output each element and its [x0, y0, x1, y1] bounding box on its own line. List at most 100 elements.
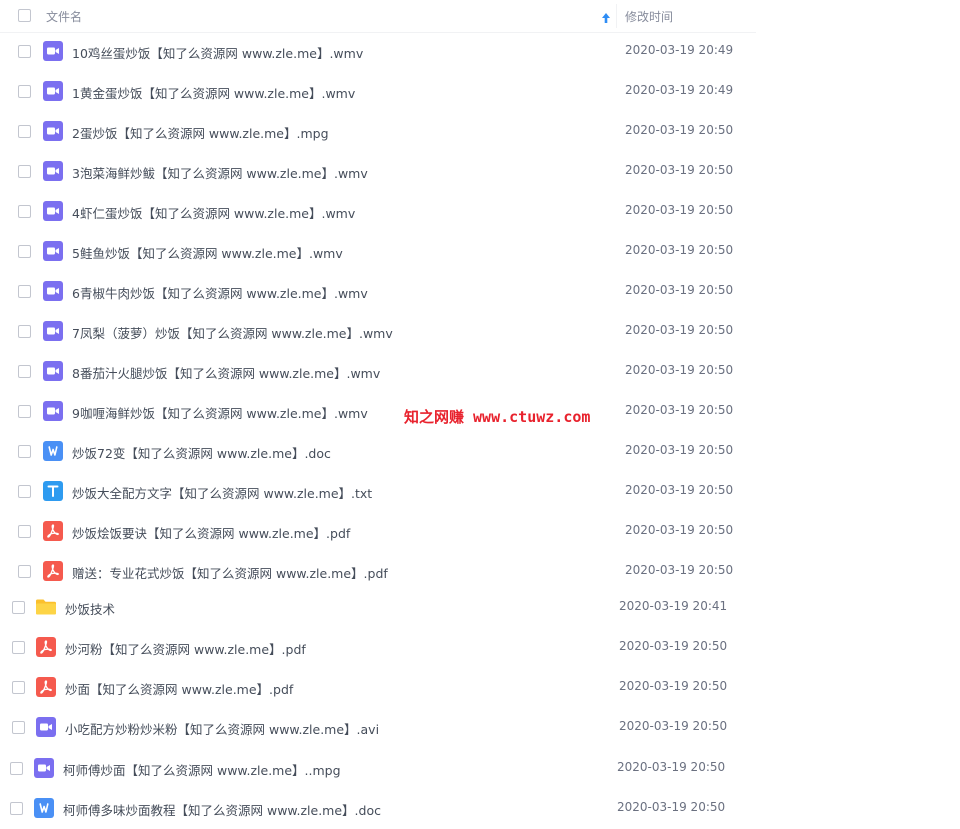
- pdf-icon: [36, 677, 56, 697]
- file-modified-time: 2020-03-19 20:50: [625, 403, 734, 417]
- file-modified-time: 2020-03-19 20:50: [619, 719, 728, 733]
- row-checkbox[interactable]: [18, 325, 31, 338]
- file-row[interactable]: 6青椒牛肉炒饭【知了么资源网 www.zle.me】.wmv 2020-03-19…: [0, 271, 756, 311]
- file-row[interactable]: 赠送：专业花式炒饭【知了么资源网 www.zle.me】.pdf 2020-03-…: [0, 551, 756, 591]
- text-file-icon: [43, 481, 63, 501]
- file-modified-time: 2020-03-19 20:50: [625, 563, 734, 577]
- file-row[interactable]: 7凤梨（菠萝）炒饭【知了么资源网 www.zle.me】.wmv 2020-03-…: [0, 311, 756, 351]
- file-name[interactable]: 10鸡丝蛋炒饭【知了么资源网 www.zle.me】.wmv: [72, 43, 363, 62]
- video-icon: [43, 401, 63, 421]
- file-name[interactable]: 赠送：专业花式炒饭【知了么资源网 www.zle.me】.pdf: [72, 563, 388, 582]
- column-header-modified-time[interactable]: 修改时间: [625, 8, 673, 25]
- file-modified-time: 2020-03-19 20:50: [625, 123, 734, 137]
- file-row[interactable]: 5鲑鱼炒饭【知了么资源网 www.zle.me】.wmv 2020-03-19 2…: [0, 231, 756, 271]
- word-doc-icon: [34, 798, 54, 818]
- file-name[interactable]: 9咖喱海鲜炒饭【知了么资源网 www.zle.me】.wmv: [72, 403, 368, 422]
- file-name[interactable]: 炒饭72变【知了么资源网 www.zle.me】.doc: [72, 443, 331, 462]
- file-modified-time: 2020-03-19 20:49: [625, 83, 734, 97]
- row-checkbox[interactable]: [10, 762, 23, 775]
- pdf-icon: [43, 521, 63, 541]
- file-modified-time: 2020-03-19 20:50: [625, 443, 734, 457]
- file-row[interactable]: 10鸡丝蛋炒饭【知了么资源网 www.zle.me】.wmv 2020-03-19…: [0, 31, 756, 71]
- row-checkbox[interactable]: [18, 525, 31, 538]
- file-name[interactable]: 5鲑鱼炒饭【知了么资源网 www.zle.me】.wmv: [72, 243, 343, 262]
- row-checkbox[interactable]: [12, 641, 25, 654]
- video-icon: [43, 161, 63, 181]
- file-row[interactable]: 柯师傅多味炒面教程【知了么资源网 www.zle.me】.doc 2020-03-…: [0, 788, 756, 828]
- video-icon: [43, 201, 63, 221]
- file-modified-time: 2020-03-19 20:50: [625, 323, 734, 337]
- file-row[interactable]: 2蛋炒饭【知了么资源网 www.zle.me】.mpg 2020-03-19 20…: [0, 111, 756, 151]
- column-divider[interactable]: [616, 4, 617, 28]
- file-row[interactable]: 1黄金蛋炒饭【知了么资源网 www.zle.me】.wmv 2020-03-19 …: [0, 71, 756, 111]
- row-checkbox[interactable]: [18, 485, 31, 498]
- row-checkbox[interactable]: [18, 365, 31, 378]
- file-modified-time: 2020-03-19 20:50: [619, 679, 728, 693]
- video-icon: [43, 361, 63, 381]
- file-row[interactable]: 炒河粉【知了么资源网 www.zle.me】.pdf 2020-03-19 20:…: [0, 627, 756, 667]
- file-name[interactable]: 6青椒牛肉炒饭【知了么资源网 www.zle.me】.wmv: [72, 283, 368, 302]
- file-name[interactable]: 炒河粉【知了么资源网 www.zle.me】.pdf: [65, 639, 306, 658]
- row-checkbox[interactable]: [10, 802, 23, 815]
- file-row[interactable]: 炒面【知了么资源网 www.zle.me】.pdf 2020-03-19 20:5…: [0, 667, 756, 707]
- file-modified-time: 2020-03-19 20:50: [619, 639, 728, 653]
- row-checkbox[interactable]: [18, 165, 31, 178]
- file-row[interactable]: 炒饭烩饭要诀【知了么资源网 www.zle.me】.pdf 2020-03-19 …: [0, 511, 756, 551]
- file-row[interactable]: 9咖喱海鲜炒饭【知了么资源网 www.zle.me】.wmv 2020-03-19…: [0, 391, 756, 431]
- word-doc-icon: [43, 441, 63, 461]
- row-checkbox[interactable]: [18, 405, 31, 418]
- file-list-header: 文件名 修改时间: [0, 0, 756, 33]
- row-checkbox[interactable]: [18, 445, 31, 458]
- file-row[interactable]: 小吃配方炒粉炒米粉【知了么资源网 www.zle.me】.avi 2020-03-…: [0, 707, 756, 747]
- file-name[interactable]: 炒面【知了么资源网 www.zle.me】.pdf: [65, 679, 293, 698]
- file-name[interactable]: 炒饭大全配方文字【知了么资源网 www.zle.me】.txt: [72, 483, 372, 502]
- video-icon: [43, 321, 63, 341]
- file-name[interactable]: 小吃配方炒粉炒米粉【知了么资源网 www.zle.me】.avi: [65, 719, 379, 738]
- column-header-name[interactable]: 文件名: [46, 8, 82, 25]
- file-row[interactable]: 3泡菜海鲜炒鲅【知了么资源网 www.zle.me】.wmv 2020-03-19…: [0, 151, 756, 191]
- file-row[interactable]: 炒饭技术 2020-03-19 20:41: [0, 587, 756, 627]
- file-name[interactable]: 炒饭烩饭要诀【知了么资源网 www.zle.me】.pdf: [72, 523, 350, 542]
- row-checkbox[interactable]: [18, 85, 31, 98]
- row-checkbox[interactable]: [18, 245, 31, 258]
- file-name[interactable]: 7凤梨（菠萝）炒饭【知了么资源网 www.zle.me】.wmv: [72, 323, 393, 342]
- row-checkbox[interactable]: [12, 681, 25, 694]
- folder-icon: [36, 597, 56, 617]
- file-modified-time: 2020-03-19 20:50: [625, 483, 734, 497]
- video-icon: [43, 281, 63, 301]
- sort-ascending-icon[interactable]: [600, 9, 612, 23]
- file-modified-time: 2020-03-19 20:50: [617, 800, 726, 814]
- file-name[interactable]: 炒饭技术: [65, 599, 115, 618]
- file-name[interactable]: 柯师傅炒面【知了么资源网 www.zle.me】..mpg: [63, 760, 341, 779]
- file-row[interactable]: 炒饭大全配方文字【知了么资源网 www.zle.me】.txt 2020-03-1…: [0, 471, 756, 511]
- file-name[interactable]: 2蛋炒饭【知了么资源网 www.zle.me】.mpg: [72, 123, 329, 142]
- row-checkbox[interactable]: [18, 565, 31, 578]
- file-modified-time: 2020-03-19 20:50: [617, 760, 726, 774]
- row-checkbox[interactable]: [12, 601, 25, 614]
- file-name[interactable]: 1黄金蛋炒饭【知了么资源网 www.zle.me】.wmv: [72, 83, 355, 102]
- row-checkbox[interactable]: [18, 125, 31, 138]
- row-checkbox[interactable]: [12, 721, 25, 734]
- file-row[interactable]: 柯师傅炒面【知了么资源网 www.zle.me】..mpg 2020-03-19 …: [0, 748, 756, 788]
- file-row[interactable]: 炒饭72变【知了么资源网 www.zle.me】.doc 2020-03-19 2…: [0, 431, 756, 471]
- file-modified-time: 2020-03-19 20:41: [619, 599, 728, 613]
- select-all-checkbox[interactable]: [18, 9, 31, 22]
- file-name[interactable]: 4虾仁蛋炒饭【知了么资源网 www.zle.me】.wmv: [72, 203, 355, 222]
- file-row[interactable]: 8番茄汁火腿炒饭【知了么资源网 www.zle.me】.wmv 2020-03-1…: [0, 351, 756, 391]
- row-checkbox[interactable]: [18, 45, 31, 58]
- file-modified-time: 2020-03-19 20:50: [625, 163, 734, 177]
- file-name[interactable]: 3泡菜海鲜炒鲅【知了么资源网 www.zle.me】.wmv: [72, 163, 368, 182]
- video-icon: [43, 121, 63, 141]
- video-icon: [43, 241, 63, 261]
- file-modified-time: 2020-03-19 20:50: [625, 523, 734, 537]
- video-icon: [43, 81, 63, 101]
- watermark-text: 知之网赚 www.ctuwz.com: [404, 408, 591, 426]
- file-row[interactable]: 4虾仁蛋炒饭【知了么资源网 www.zle.me】.wmv 2020-03-19 …: [0, 191, 756, 231]
- row-checkbox[interactable]: [18, 285, 31, 298]
- file-modified-time: 2020-03-19 20:50: [625, 363, 734, 377]
- video-icon: [34, 758, 54, 778]
- file-name[interactable]: 8番茄汁火腿炒饭【知了么资源网 www.zle.me】.wmv: [72, 363, 380, 382]
- row-checkbox[interactable]: [18, 205, 31, 218]
- video-icon: [43, 41, 63, 61]
- file-name[interactable]: 柯师傅多味炒面教程【知了么资源网 www.zle.me】.doc: [63, 800, 381, 819]
